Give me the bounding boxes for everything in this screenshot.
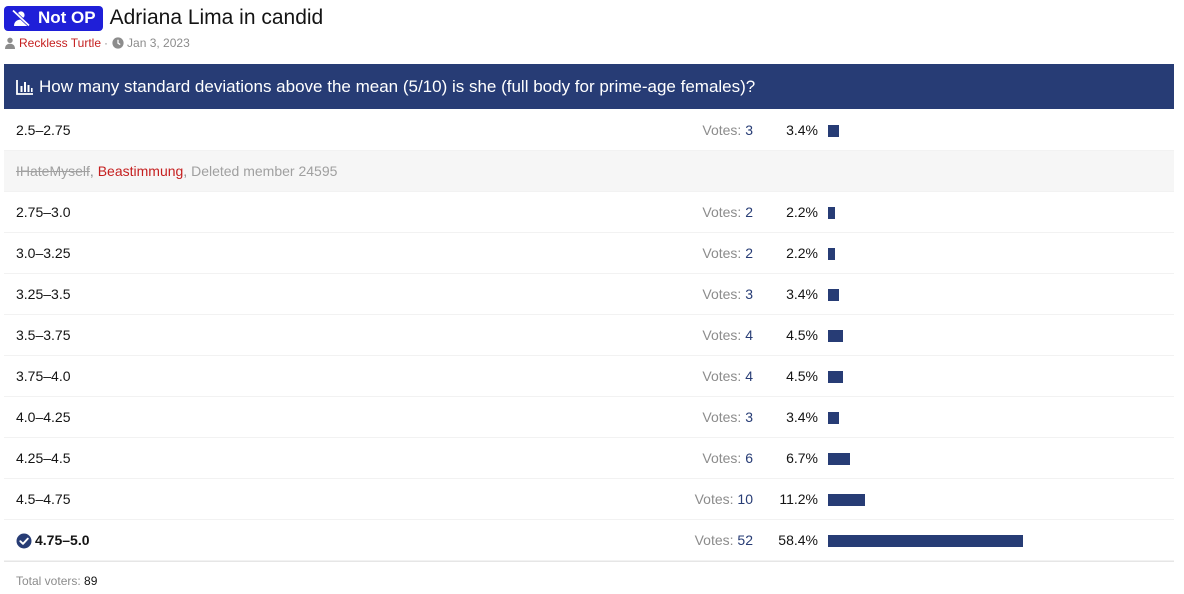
poll-option-votes: Votes: 4 (702, 315, 753, 356)
votes-count[interactable]: 4 (745, 327, 753, 343)
poll-results: 2.5–2.75 Votes: 3 3.4% IHateMyself, Beas… (4, 110, 1174, 561)
poll-option-bar (828, 535, 1023, 547)
votes-prefix: Votes: (702, 122, 746, 138)
poll-option-label: 2.5–2.75 (16, 122, 71, 138)
thread-title: Adriana Lima in candid (109, 6, 324, 29)
poll-option-bar (828, 412, 839, 424)
votes-prefix: Votes: (702, 368, 746, 384)
poll-option-votes: Votes: 10 (695, 479, 753, 520)
poll-option-row[interactable]: 4.5–4.75 Votes: 10 11.2% (4, 479, 1174, 520)
votes-count[interactable]: 6 (745, 450, 753, 466)
total-voters: Total voters: 89 (16, 574, 97, 588)
votes-count[interactable]: 10 (737, 491, 753, 507)
prefix-badge[interactable]: Not OP (4, 5, 103, 31)
votes-prefix: Votes: (702, 204, 746, 220)
votes-prefix: Votes: (694, 532, 738, 548)
check-circle-icon (16, 533, 32, 548)
thread-author[interactable]: Reckless Turtle (19, 36, 101, 50)
poll-option-bar (828, 248, 835, 260)
poll-option-bar (828, 289, 839, 301)
votes-count[interactable]: 3 (745, 122, 753, 138)
poll-option-label: 4.25–4.5 (16, 450, 71, 466)
poll-option-row[interactable]: 3.5–3.75 Votes: 4 4.5% (4, 315, 1174, 356)
poll-option-percent: 58.4% (778, 532, 818, 548)
poll-option-label: 3.0–3.25 (16, 245, 71, 261)
meta-separator: · (104, 36, 109, 50)
votes-count[interactable]: 52 (737, 532, 753, 548)
voter-separator: , (183, 163, 192, 179)
poll-option-percent: 3.4% (786, 409, 818, 425)
poll-option-percent: 11.2% (779, 491, 818, 507)
votes-count[interactable]: 3 (745, 286, 753, 302)
poll-option-percent: 4.5% (786, 368, 818, 384)
poll-option-percent: 4.5% (786, 327, 818, 343)
votes-prefix: Votes: (702, 409, 746, 425)
poll-option-votes: Votes: 3 (702, 110, 753, 151)
poll-option-votes: Votes: 2 (702, 233, 753, 274)
poll-option-row[interactable]: 4.0–4.25 Votes: 3 3.4% (4, 397, 1174, 438)
votes-count[interactable]: 4 (745, 368, 753, 384)
votes-count[interactable]: 2 (745, 245, 753, 261)
voter-link[interactable]: IHateMyself (16, 163, 90, 179)
prefix-label: Not OP (38, 8, 96, 27)
poll-option-label-text: 4.75–5.0 (35, 532, 90, 548)
total-voters-label: Total voters: (16, 574, 85, 588)
votes-prefix: Votes: (702, 450, 746, 466)
poll-chart-icon (16, 79, 33, 95)
poll-footer-divider (4, 561, 1174, 562)
poll-option-row[interactable]: 3.25–3.5 Votes: 3 3.4% (4, 274, 1174, 315)
poll-option-bar (828, 494, 865, 506)
poll-option-bar (828, 125, 839, 137)
votes-prefix: Votes: (702, 245, 746, 261)
poll-option-row-chosen[interactable]: 4.75–5.0 Votes: 52 58.4% (4, 520, 1174, 561)
voter-separator: , (89, 163, 98, 179)
poll-option-percent: 2.2% (786, 204, 818, 220)
thread-meta: Reckless Turtle · Jan 3, 2023 (4, 36, 190, 50)
poll-option-votes: Votes: 2 (702, 192, 753, 233)
poll-option-bar (828, 207, 835, 219)
thread-date[interactable]: Jan 3, 2023 (127, 36, 190, 50)
poll-option-row[interactable]: 2.5–2.75 Votes: 3 3.4% (4, 110, 1174, 151)
poll-option-bar (828, 453, 850, 465)
poll-option-percent: 2.2% (786, 245, 818, 261)
poll-option-votes: Votes: 52 (695, 520, 753, 561)
voter-link[interactable]: Beastimmung (98, 163, 184, 179)
poll-option-percent: 3.4% (786, 286, 818, 302)
poll-option-row[interactable]: 2.75–3.0 Votes: 2 2.2% (4, 192, 1174, 233)
votes-count[interactable]: 3 (745, 409, 753, 425)
poll-option-row[interactable]: 4.25–4.5 Votes: 6 6.7% (4, 438, 1174, 479)
votes-count[interactable]: 2 (745, 204, 753, 220)
votes-prefix: Votes: (702, 286, 746, 302)
poll-option-votes: Votes: 3 (702, 274, 753, 315)
poll-option-percent: 3.4% (786, 122, 818, 138)
clock-icon (112, 37, 124, 49)
poll-option-bar (828, 330, 843, 342)
poll-option-percent: 6.7% (786, 450, 818, 466)
poll-option-label: 3.5–3.75 (16, 327, 71, 343)
user-icon (5, 37, 15, 49)
poll-option-label: 4.75–5.0 (16, 520, 90, 561)
votes-prefix: Votes: (694, 491, 738, 507)
poll-option-row[interactable]: 3.75–4.0 Votes: 4 4.5% (4, 356, 1174, 397)
user-slash-icon (11, 9, 31, 27)
poll-option-votes: Votes: 6 (702, 438, 753, 479)
poll-option-label: 2.75–3.0 (16, 204, 71, 220)
poll-question: How many standard deviations above the m… (39, 76, 756, 96)
voters-list: IHateMyself, Beastimmung, Deleted member… (4, 151, 1174, 192)
poll-option-bar (828, 371, 843, 383)
poll-option-label: 3.75–4.0 (16, 368, 71, 384)
poll-option-votes: Votes: 3 (702, 397, 753, 438)
poll-header: How many standard deviations above the m… (4, 64, 1174, 109)
poll-option-votes: Votes: 4 (702, 356, 753, 397)
voter-deleted: Deleted member 24595 (191, 163, 338, 179)
votes-prefix: Votes: (702, 327, 746, 343)
poll-option-label: 4.0–4.25 (16, 409, 71, 425)
thread-header: Not OP Adriana Lima in candid (4, 4, 323, 32)
poll-option-label: 4.5–4.75 (16, 491, 71, 507)
poll-option-label: 3.25–3.5 (16, 286, 71, 302)
poll-option-row[interactable]: 3.0–3.25 Votes: 2 2.2% (4, 233, 1174, 274)
total-voters-count: 89 (84, 574, 98, 588)
